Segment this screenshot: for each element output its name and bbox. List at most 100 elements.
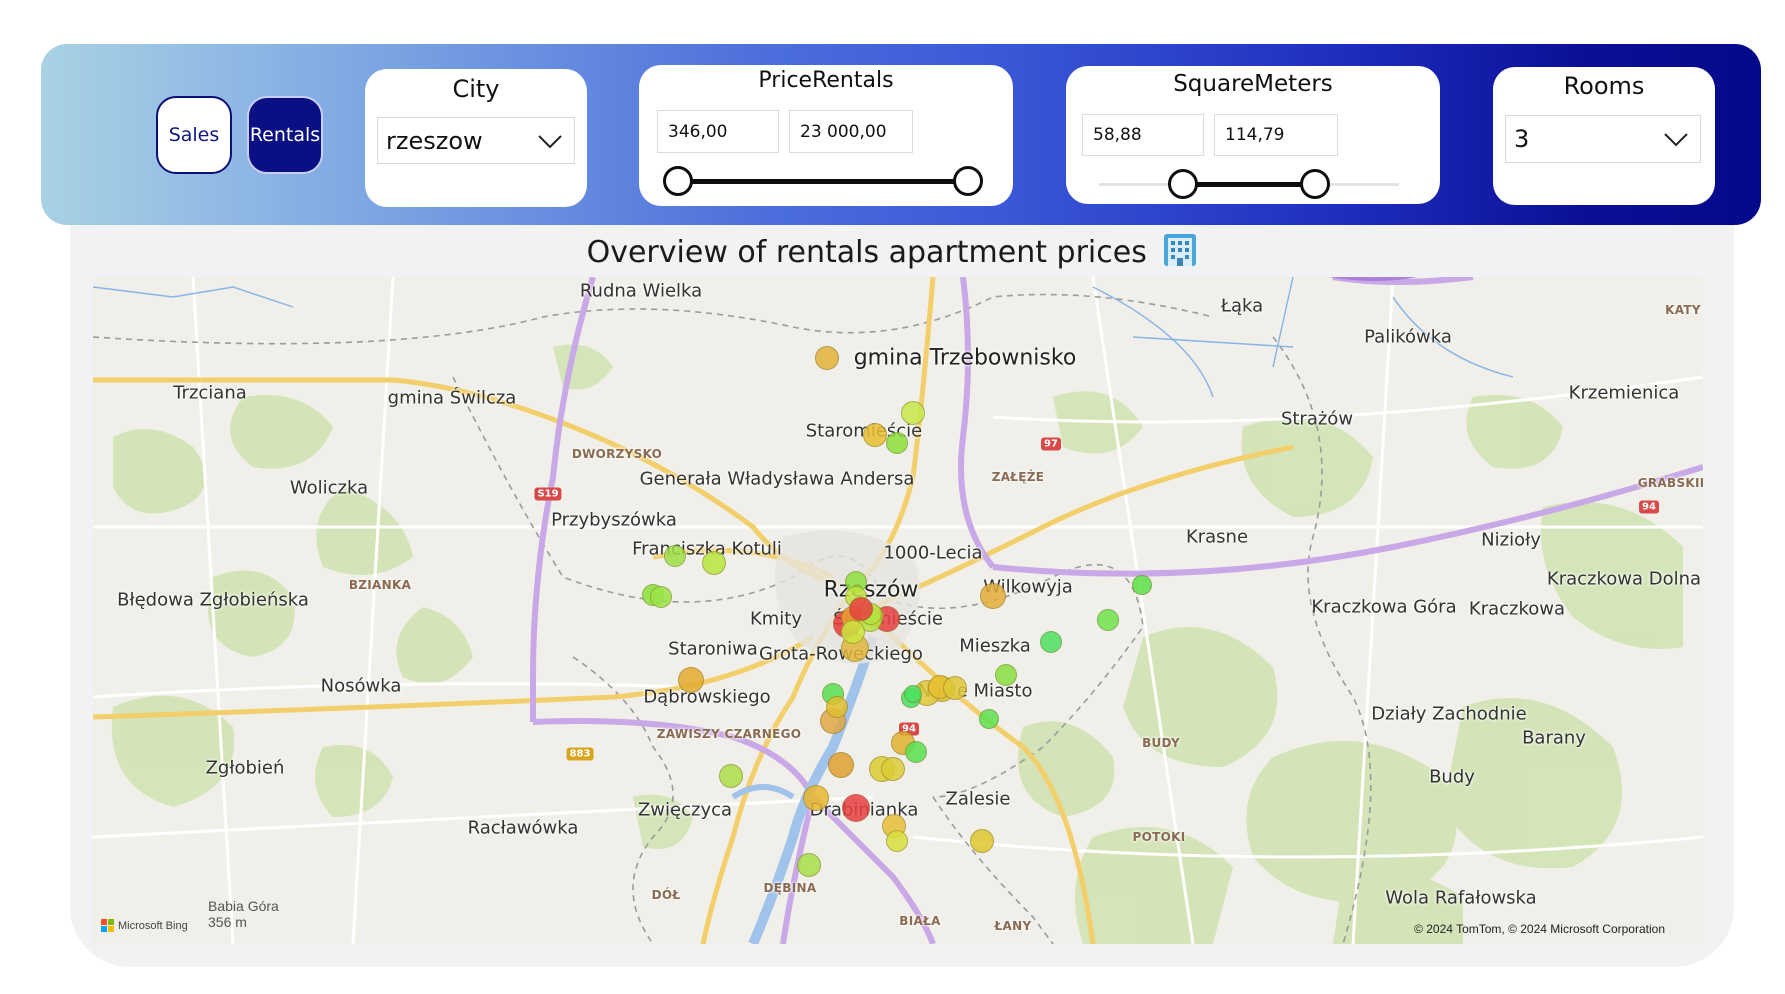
- square-meters-slider-range: [1183, 182, 1315, 187]
- map-place-label: Kmity: [749, 608, 803, 630]
- listing-marker[interactable]: [815, 346, 839, 370]
- listing-marker[interactable]: [970, 829, 994, 853]
- map-place-label: Krzemienica: [1568, 382, 1680, 404]
- map-place-label: ZAŁĘŻE: [991, 470, 1045, 484]
- listing-marker[interactable]: [803, 785, 829, 811]
- map-place-label: KATY: [1665, 303, 1701, 317]
- map-place-label: ZAWISZY CZARNEGO: [656, 727, 802, 741]
- listing-marker[interactable]: [702, 551, 726, 575]
- listing-marker[interactable]: [828, 752, 854, 778]
- city-dropdown-value: rzeszow: [386, 126, 483, 155]
- map-place-label: Działy Zachodnie: [1371, 703, 1527, 725]
- price-filter-card: PriceRentals 346,00 23 000,00: [639, 65, 1013, 206]
- listing-marker[interactable]: [1097, 609, 1119, 631]
- listing-marker[interactable]: [664, 545, 686, 567]
- listing-marker[interactable]: [886, 432, 908, 454]
- map-place-label: Nizioły: [1481, 529, 1541, 551]
- listing-marker[interactable]: [841, 620, 865, 644]
- road-number-shield: 97: [1041, 437, 1061, 451]
- map-place-label: Trzciana: [173, 382, 247, 404]
- price-slider-min-handle[interactable]: [663, 166, 693, 196]
- square-meters-max-input[interactable]: 114,79: [1214, 114, 1338, 156]
- map-visual[interactable]: Rudna Wielka gmina Trzebownisko Łąka Palikó…: [93, 277, 1703, 944]
- listing-marker[interactable]: [943, 676, 967, 700]
- rooms-dropdown[interactable]: 3: [1505, 115, 1701, 163]
- map-place-label: POTOKI: [1132, 830, 1186, 844]
- map-place-label: gmina Trzebownisko: [853, 345, 1077, 371]
- map-place-label: Błędowa Zgłobieńska: [117, 589, 309, 611]
- road-number-shield: 94: [1639, 500, 1659, 514]
- road-number-shield: 883: [566, 747, 594, 761]
- listing-marker[interactable]: [901, 401, 925, 425]
- map-place-label: Racławówka: [467, 817, 579, 839]
- map-place-label: DÓŁ: [651, 888, 681, 902]
- listing-marker[interactable]: [797, 853, 821, 877]
- map-place-label: Zalesie: [945, 788, 1011, 810]
- listing-marker[interactable]: [849, 597, 873, 621]
- listing-marker[interactable]: [995, 664, 1017, 686]
- map-provider: Microsoft Bing: [118, 919, 188, 932]
- price-range-slider[interactable]: [663, 166, 983, 196]
- map-place-label: Palikówka: [1364, 326, 1452, 348]
- map-attribution[interactable]: © 2024 TomTom, © 2024 Microsoft Corporat…: [1414, 922, 1665, 936]
- peak-label: Babia Góra 356 m: [208, 898, 279, 930]
- listing-marker[interactable]: [979, 709, 999, 729]
- listing-marker[interactable]: [980, 583, 1006, 609]
- listing-marker[interactable]: [842, 794, 870, 822]
- listing-marker[interactable]: [826, 696, 848, 718]
- chevron-down-icon: [1664, 133, 1688, 147]
- square-meters-slider-min-handle[interactable]: [1168, 169, 1198, 199]
- map-place-label: Barany: [1522, 727, 1586, 749]
- city-dropdown[interactable]: rzeszow: [377, 117, 575, 164]
- listing-marker[interactable]: [678, 667, 704, 693]
- bing-logo: Microsoft Bing: [101, 919, 188, 932]
- listing-marker[interactable]: [863, 423, 887, 447]
- map-place-label: Budy: [1429, 766, 1475, 788]
- listing-marker[interactable]: [650, 586, 672, 608]
- chevron-down-icon: [538, 134, 562, 148]
- map-place-label: Kraczkowa Dolna: [1546, 568, 1702, 590]
- price-filter-title: PriceRentals: [758, 68, 894, 93]
- map-place-label: Wola Rafałowska: [1385, 887, 1537, 909]
- map-place-label: BZIANKA: [348, 578, 412, 592]
- map-place-label: BUDY: [1142, 736, 1180, 750]
- square-meters-slider-max-handle[interactable]: [1300, 169, 1330, 199]
- price-min-input[interactable]: 346,00: [657, 110, 779, 153]
- sales-toggle-button[interactable]: Sales: [156, 96, 232, 174]
- map-place-label: DWORZYSKO: [571, 447, 663, 461]
- map-place-label: Dąbrowskiego: [643, 686, 771, 708]
- map-place-label: Staroniwa: [668, 638, 758, 660]
- map-place-label: DĘBINA: [763, 881, 817, 895]
- listing-marker[interactable]: [719, 764, 743, 788]
- city-filter-card: City rzeszow: [365, 69, 587, 207]
- listing-marker[interactable]: [904, 685, 922, 703]
- map-place-label: Rzeszów: [823, 577, 919, 603]
- map-place-label: GRABSKIE: [1637, 476, 1703, 490]
- listing-marker[interactable]: [1132, 575, 1152, 595]
- map-place-label: Rudna Wielka: [579, 280, 703, 302]
- map-place-label: 1000-Lecia: [883, 542, 983, 564]
- city-filter-title: City: [452, 75, 500, 103]
- listing-marker[interactable]: [886, 830, 908, 852]
- price-slider-max-handle[interactable]: [953, 166, 983, 196]
- map-place-label: Przybyszówka: [551, 509, 677, 531]
- square-meters-min-input[interactable]: 58,88: [1082, 114, 1204, 156]
- listing-marker[interactable]: [905, 741, 927, 763]
- map-place-label: Kraczkowa Góra: [1311, 596, 1457, 618]
- price-slider-range: [678, 179, 968, 184]
- microsoft-logo-icon: [101, 919, 114, 932]
- peak-elevation: 356 m: [208, 914, 247, 930]
- map-place-label: Generała Władysława Andersa: [639, 468, 915, 490]
- price-max-input[interactable]: 23 000,00: [789, 110, 913, 153]
- listing-marker[interactable]: [1040, 631, 1062, 653]
- map-place-label: Łąka: [1220, 295, 1264, 317]
- map-place-label: Zwięczyca: [637, 799, 733, 821]
- map-place-label: Mieszka: [959, 635, 1031, 657]
- office-building-icon: [1164, 234, 1197, 266]
- square-meters-range-slider[interactable]: [1084, 169, 1414, 199]
- map-place-label: Nosówka: [320, 675, 402, 697]
- square-meters-filter-title: SquareMeters: [1173, 71, 1333, 97]
- listing-marker[interactable]: [881, 757, 905, 781]
- square-meters-filter-card: SquareMeters 58,88 114,79: [1066, 66, 1440, 204]
- rentals-toggle-button[interactable]: Rentals: [247, 96, 323, 174]
